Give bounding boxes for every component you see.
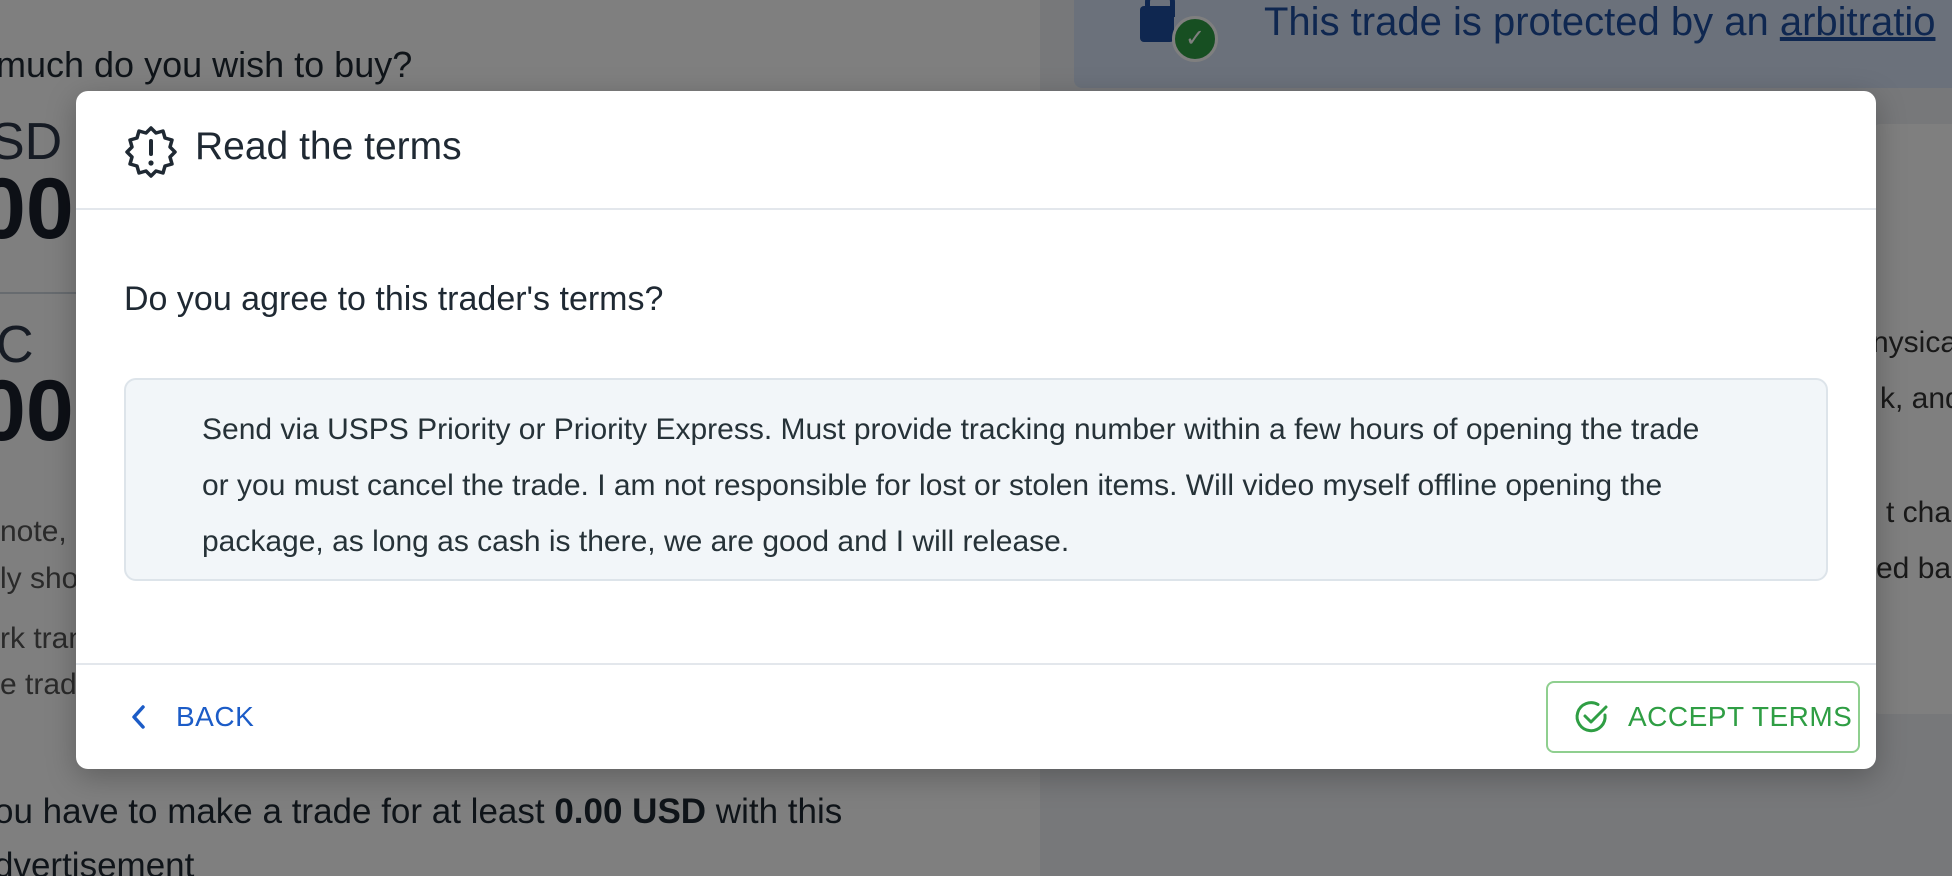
- modal-header: Read the terms: [76, 91, 1876, 210]
- alert-badge-icon: [125, 126, 177, 178]
- modal-footer: BACK ACCEPT TERMS: [76, 663, 1876, 769]
- terms-modal: Read the terms Do you agree to this trad…: [76, 91, 1876, 769]
- accept-terms-label: ACCEPT TERMS: [1628, 701, 1853, 732]
- terms-box: Send via USPS Priority or Priority Expre…: [124, 378, 1828, 581]
- terms-question: Do you agree to this trader's terms?: [124, 280, 664, 318]
- back-button[interactable]: BACK: [116, 687, 264, 747]
- modal-title: Read the terms: [195, 125, 462, 168]
- accept-terms-button[interactable]: ACCEPT TERMS: [1546, 681, 1860, 753]
- modal-body: Do you agree to this trader's terms? Sen…: [76, 210, 1876, 663]
- page: much do you wish to buy? SD 00 C 00 note…: [0, 0, 1952, 876]
- check-circle-icon: [1575, 701, 1608, 733]
- chevron-left-icon: [132, 705, 145, 729]
- terms-text: Send via USPS Priority or Priority Expre…: [202, 413, 1700, 558]
- back-label: BACK: [176, 701, 255, 732]
